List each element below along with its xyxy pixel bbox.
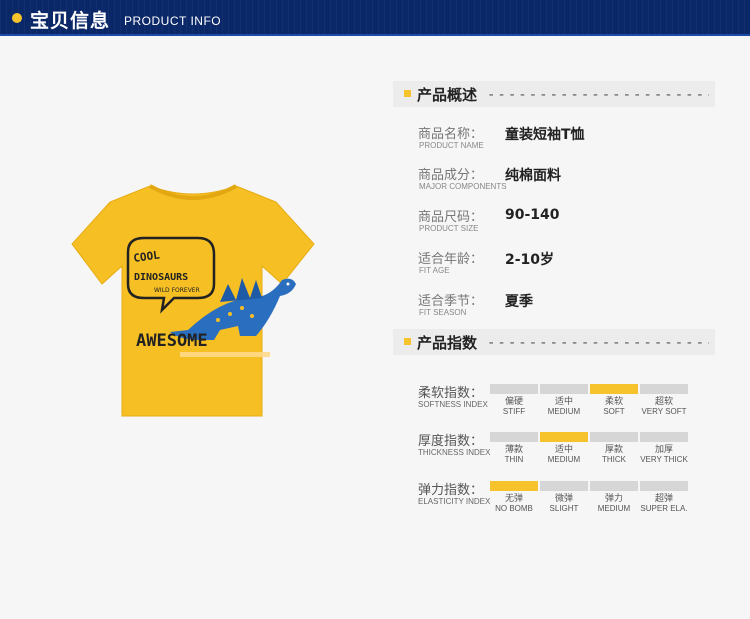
index-option-label-en: SUPER ELA. xyxy=(640,504,688,513)
index-label-en: SOFTNESS INDEX xyxy=(418,400,488,409)
index-option-label: 弹力 xyxy=(604,494,623,504)
product-image: COOL DINOSAURS WILD FOREVER AWESOME xyxy=(71,184,315,417)
spec-label-en: MAJOR COMPONENTS xyxy=(419,182,507,191)
index-bar-selected xyxy=(540,432,588,442)
spec-label: 适合年龄： xyxy=(418,252,484,267)
spec-value: 90-140 xyxy=(505,207,560,223)
index-option: 加厚 VERY THICK xyxy=(640,432,688,464)
index-bar xyxy=(540,384,588,394)
section-index-title: 产品指数 xyxy=(417,334,478,352)
index-row-elasticity: 弹力指数： ELASTICITY INDEX 无弹 NO BOMB 微弹 SLIGHT… xyxy=(418,479,708,523)
print-text-wild: WILD FOREVER xyxy=(154,287,200,294)
index-option: 无弹 NO BOMB xyxy=(490,481,538,513)
index-bar xyxy=(640,432,688,442)
index-bar xyxy=(640,481,688,491)
index-bar-selected xyxy=(590,384,638,394)
spec-row-age: 适合年龄： FIT AGE 2-10岁 xyxy=(418,248,718,284)
print-faded-line xyxy=(180,352,270,357)
index-label: 柔软指数： xyxy=(418,386,484,401)
index-row-softness: 柔软指数： SOFTNESS INDEX 偏硬 STIFF 适中 MEDIUM 柔软 SO… xyxy=(418,382,708,426)
page-subtitle: PRODUCT INFO xyxy=(124,14,222,28)
index-option-label: 超弹 xyxy=(654,494,673,504)
index-option-label: 微弹 xyxy=(554,494,573,504)
index-option: 微弹 SLIGHT xyxy=(540,481,588,513)
spec-label-en: PRODUCT SIZE xyxy=(419,224,479,233)
index-option-label: 加厚 xyxy=(654,445,673,455)
index-option-label-en: VERY THICK xyxy=(640,455,688,464)
index-option: 柔软 SOFT xyxy=(590,384,638,416)
index-option-label: 适中 xyxy=(554,397,573,407)
spec-label-en: FIT AGE xyxy=(419,266,450,275)
index-option: 超软 VERY SOFT xyxy=(640,384,688,416)
index-option: 适中 MEDIUM xyxy=(540,384,588,416)
section-divider-dashes: ------------------------ xyxy=(487,87,709,103)
index-label: 厚度指数： xyxy=(418,434,484,449)
index-option-label-en: SOFT xyxy=(603,407,625,416)
index-bar-selected xyxy=(490,481,538,491)
index-scale: 无弹 NO BOMB 微弹 SLIGHT 弹力 MEDIUM 超弹 SUPER ELA. xyxy=(490,481,690,521)
index-option-label-en: STIFF xyxy=(502,407,526,416)
section-overview-title: 产品概述 xyxy=(417,86,478,104)
section-marker-icon xyxy=(404,90,411,97)
print-text-awesome: AWESOME xyxy=(136,331,208,351)
index-option-label-en: THICK xyxy=(602,455,626,464)
index-option-label: 薄款 xyxy=(504,445,523,455)
section-marker-icon xyxy=(404,338,411,345)
index-option: 弹力 MEDIUM xyxy=(590,481,638,513)
spec-label: 商品成分： xyxy=(418,168,484,183)
spec-label: 适合季节： xyxy=(418,294,484,309)
index-label-en: ELASTICITY INDEX xyxy=(418,497,491,506)
spec-row-components: 商品成分： MAJOR COMPONENTS 纯棉面料 xyxy=(418,164,718,200)
index-option: 薄款 THIN xyxy=(490,432,538,464)
index-scale: 偏硬 STIFF 适中 MEDIUM 柔软 SOFT 超软 VERY SOFT xyxy=(490,384,690,424)
index-option-label: 柔软 xyxy=(604,397,623,407)
section-overview-header: 产品概述 ------------------------ xyxy=(393,81,715,107)
index-row-thickness: 厚度指数： THICKNESS INDEX 薄款 THIN 适中 MEDIUM 厚款 TH… xyxy=(418,430,708,474)
index-option-label: 超软 xyxy=(654,397,673,407)
index-bar xyxy=(490,384,538,394)
spec-label: 商品名称： xyxy=(418,127,484,142)
index-label: 弹力指数： xyxy=(418,483,484,498)
header-bar: 宝贝信息 PRODUCT INFO xyxy=(0,0,750,36)
section-divider-dashes: ------------------------ xyxy=(487,335,709,351)
index-scale: 薄款 THIN 适中 MEDIUM 厚款 THICK 加厚 VERY THICK xyxy=(490,432,690,472)
index-option-label-en: NO BOMB xyxy=(495,504,533,513)
index-bar xyxy=(490,432,538,442)
index-bar xyxy=(640,384,688,394)
index-option-label-en: MEDIUM xyxy=(597,504,631,513)
spec-row-name: 商品名称： PRODUCT NAME 童装短袖T恤 xyxy=(418,123,718,159)
header-divider xyxy=(0,34,750,36)
spec-label-en: PRODUCT NAME xyxy=(419,141,484,150)
spec-value: 2-10岁 xyxy=(505,252,555,268)
page-title: 宝贝信息 xyxy=(30,10,111,32)
spec-value: 童装短袖T恤 xyxy=(505,127,585,143)
spec-label-en: FIT SEASON xyxy=(419,308,467,317)
spec-row-size: 商品尺码： PRODUCT SIZE 90-140 xyxy=(418,206,718,242)
index-option-label: 适中 xyxy=(554,445,573,455)
index-option-label-en: VERY SOFT xyxy=(641,407,687,416)
index-option-label-en: SLIGHT xyxy=(549,504,579,513)
spec-value: 纯棉面料 xyxy=(505,168,561,184)
index-option: 厚款 THICK xyxy=(590,432,638,464)
index-bar xyxy=(590,432,638,442)
index-option-label: 厚款 xyxy=(604,445,623,455)
spec-label: 商品尺码： xyxy=(418,210,484,225)
index-option-label: 无弹 xyxy=(504,494,523,504)
index-option-label-en: THIN xyxy=(504,455,524,464)
index-bar xyxy=(590,481,638,491)
section-index-header: 产品指数 ------------------------ xyxy=(393,329,715,355)
index-option: 超弹 SUPER ELA. xyxy=(640,481,688,513)
bullet-dot-icon xyxy=(12,13,22,23)
index-option: 偏硬 STIFF xyxy=(490,384,538,416)
index-label-en: THICKNESS INDEX xyxy=(418,448,491,457)
print-text-dinosaurs: DINOSAURS xyxy=(134,272,188,283)
index-option-label-en: MEDIUM xyxy=(547,407,581,416)
index-option-label-en: MEDIUM xyxy=(547,455,581,464)
spec-row-season: 适合季节： FIT SEASON 夏季 xyxy=(418,290,718,326)
index-bar xyxy=(540,481,588,491)
spec-value: 夏季 xyxy=(505,294,533,310)
index-option: 适中 MEDIUM xyxy=(540,432,588,464)
index-option-label: 偏硬 xyxy=(504,397,523,407)
